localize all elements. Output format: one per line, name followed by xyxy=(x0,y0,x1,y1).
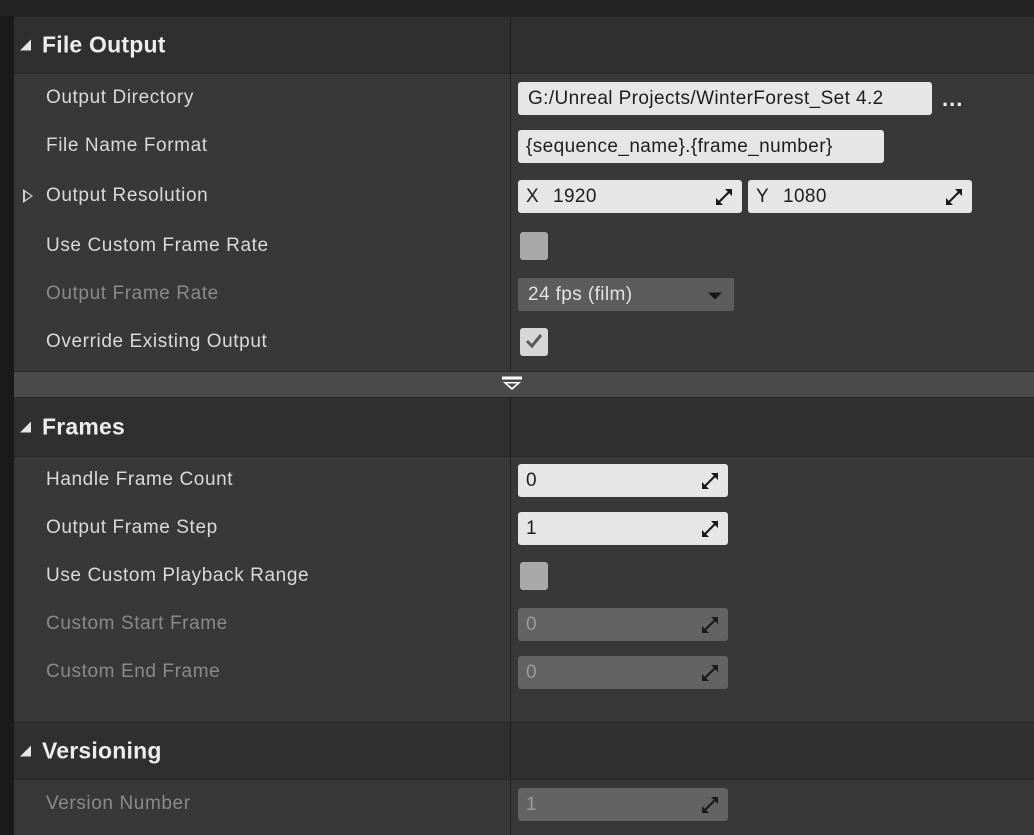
resolution-x-value: 1920 xyxy=(553,185,597,207)
property-label: Custom End Frame xyxy=(46,661,221,682)
expand-advanced-chevron-icon xyxy=(502,376,522,390)
section-header-frames[interactable]: Frames xyxy=(14,397,1034,457)
custom-start-frame-value: 0 xyxy=(526,613,537,635)
handle-frame-count-field[interactable]: 0 xyxy=(518,464,728,497)
property-label: Override Existing Output xyxy=(46,331,268,352)
use-custom-frame-rate-checkbox[interactable] xyxy=(520,232,548,260)
axis-label-x: X xyxy=(526,185,540,207)
expand-arrow-icon[interactable] xyxy=(23,189,33,203)
custom-end-frame-field[interactable]: 0 xyxy=(518,656,728,689)
resolution-y-field[interactable]: Y 1080 xyxy=(748,180,972,213)
property-label: Custom Start Frame xyxy=(46,613,228,634)
left-edge xyxy=(0,16,14,835)
version-number-value: 1 xyxy=(526,793,537,815)
details-panel-frame: File Output Output Directory G:/Unreal P… xyxy=(0,0,1034,835)
section-title: Versioning xyxy=(42,737,162,764)
output-frame-step-field[interactable]: 1 xyxy=(518,512,728,545)
override-existing-output-checkbox[interactable] xyxy=(520,328,548,356)
output-frame-step-value: 1 xyxy=(526,517,537,539)
collapse-arrow-icon[interactable] xyxy=(20,39,31,51)
file-name-format-value: {sequence_name}.{frame_number} xyxy=(526,135,833,157)
collapse-arrow-icon[interactable] xyxy=(20,745,31,757)
advanced-properties-toggle[interactable] xyxy=(14,371,1034,397)
chevron-down-icon xyxy=(708,292,722,300)
custom-start-frame-field[interactable]: 0 xyxy=(518,608,728,641)
property-label: Use Custom Playback Range xyxy=(46,565,310,586)
handle-frame-count-value: 0 xyxy=(526,469,537,491)
drag-value-icon[interactable] xyxy=(701,664,719,682)
output-directory-value: G:/Unreal Projects/WinterForest_Set 4.2 xyxy=(528,87,884,109)
drag-value-icon[interactable] xyxy=(715,188,733,206)
resolution-x-field[interactable]: X 1920 xyxy=(518,180,742,213)
property-label: Output Directory xyxy=(46,87,194,108)
section-title: Frames xyxy=(42,413,126,440)
section-title: File Output xyxy=(42,31,166,58)
browse-button[interactable]: ... xyxy=(942,86,963,112)
version-number-field[interactable]: 1 xyxy=(518,788,728,821)
section-header-versioning[interactable]: Versioning xyxy=(14,722,1034,780)
output-frame-rate-value: 24 fps (film) xyxy=(528,283,633,305)
property-label: Handle Frame Count xyxy=(46,469,234,490)
file-name-format-field[interactable]: {sequence_name}.{frame_number} xyxy=(518,130,884,163)
output-frame-rate-dropdown[interactable]: 24 fps (film) xyxy=(518,278,734,311)
drag-value-icon[interactable] xyxy=(701,520,719,538)
drag-value-icon[interactable] xyxy=(701,796,719,814)
property-label: Output Frame Step xyxy=(46,517,218,538)
output-directory-field[interactable]: G:/Unreal Projects/WinterForest_Set 4.2 xyxy=(518,82,932,115)
property-label: File Name Format xyxy=(46,135,208,156)
drag-value-icon[interactable] xyxy=(945,188,963,206)
use-custom-playback-range-checkbox[interactable] xyxy=(520,562,548,590)
top-toolbar-strip xyxy=(0,0,1034,16)
axis-label-y: Y xyxy=(756,185,770,207)
custom-end-frame-value: 0 xyxy=(526,661,537,683)
property-label: Output Frame Rate xyxy=(46,283,219,304)
property-label: Output Resolution xyxy=(46,185,209,206)
drag-value-icon[interactable] xyxy=(701,616,719,634)
drag-value-icon[interactable] xyxy=(701,472,719,490)
property-label: Version Number xyxy=(46,793,191,814)
collapse-arrow-icon[interactable] xyxy=(20,421,31,433)
property-label: Use Custom Frame Rate xyxy=(46,235,269,256)
section-header-file-output[interactable]: File Output xyxy=(14,16,1034,74)
resolution-y-value: 1080 xyxy=(783,185,827,207)
checkmark-icon xyxy=(525,334,543,349)
